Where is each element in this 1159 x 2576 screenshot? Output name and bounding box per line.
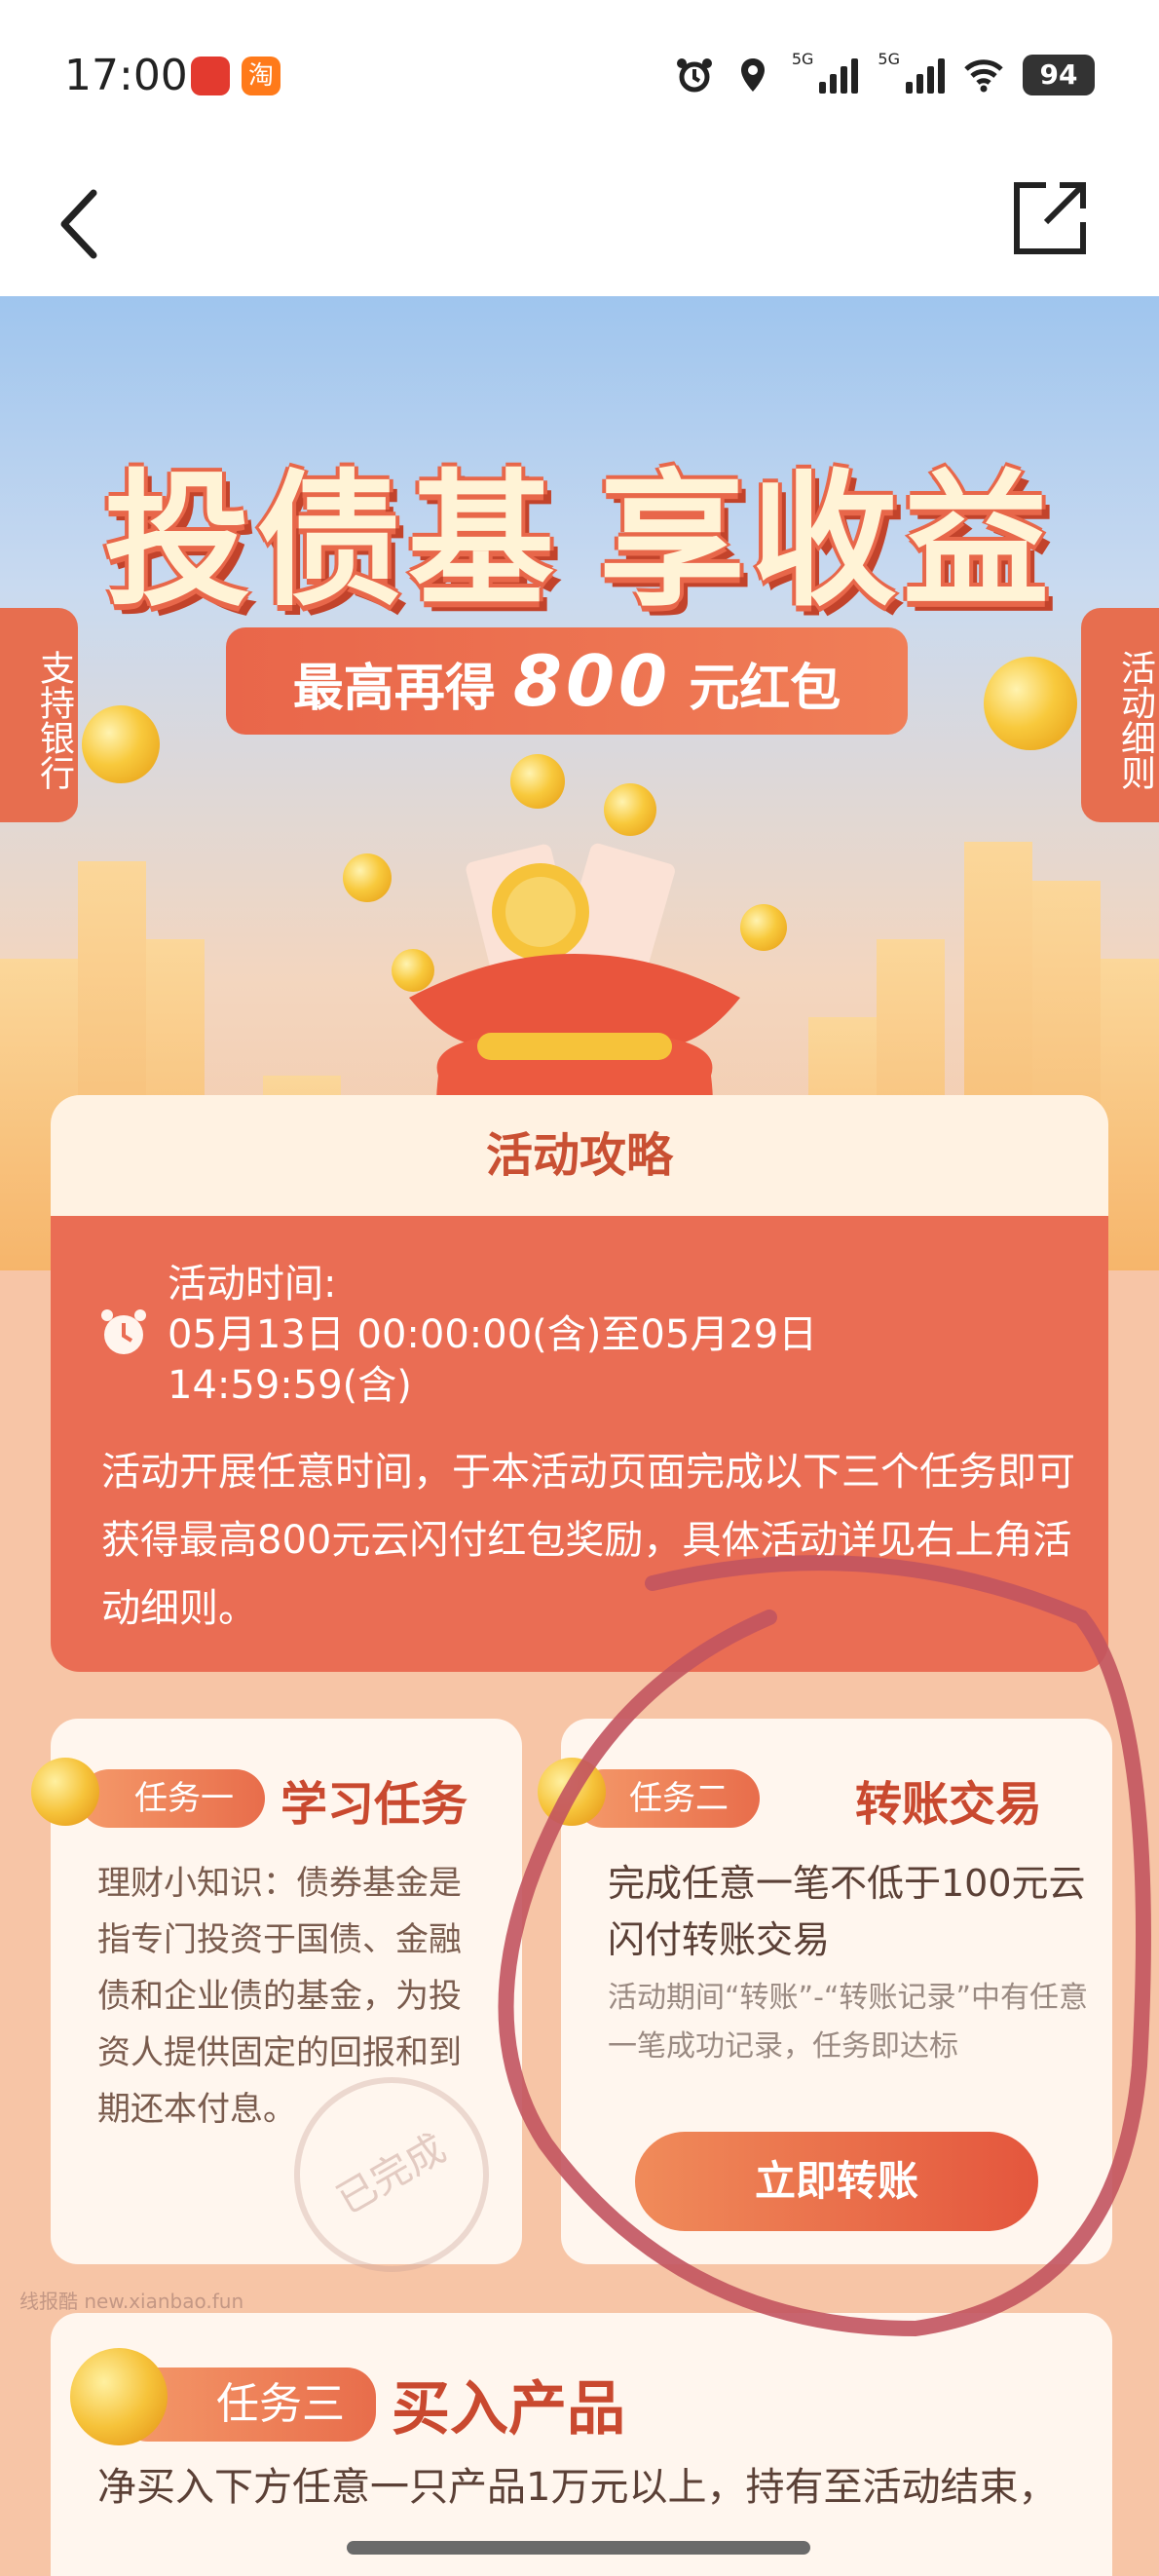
hero-title-left: 投债基 [103, 457, 560, 626]
share-icon[interactable] [1007, 175, 1093, 261]
signal-icon-1: 5G [792, 50, 859, 94]
hero-title-right: 享收益 [599, 457, 1056, 626]
gold-coin-decoration [510, 754, 565, 809]
task1-title: 学习任务 [280, 1777, 468, 1832]
alarm-icon [676, 58, 712, 93]
gold-coin-decoration [984, 657, 1077, 750]
task-card-purchase: 任务三 买入产品 净买入下方任意一只产品1万元以上，持有至活动结束， [51, 2313, 1112, 2576]
gold-coin-icon [538, 1758, 606, 1826]
back-arrow-icon[interactable] [51, 185, 109, 263]
transfer-now-button[interactable]: 立即转账 [635, 2132, 1038, 2231]
task3-title: 买入产品 [392, 2375, 625, 2443]
hero-subtitle: 最高再得 800 元红包 [226, 627, 908, 735]
taobao-app-icon: 淘 [242, 57, 280, 95]
status-time: 17:00 [64, 51, 188, 100]
network-label-1: 5G [791, 50, 814, 68]
location-icon [740, 58, 765, 92]
status-bar: 17:00 淘 5G 5G 94 [0, 0, 1159, 156]
gold-coin-decoration [82, 705, 160, 783]
background-building [1101, 959, 1159, 1270]
supported-banks-tab[interactable]: 支持银行 [0, 608, 78, 822]
strategy-header: 活动攻略 [51, 1095, 1108, 1216]
task2-note: 活动期间“转账”-“转账记录”中有任意一笔成功记录，任务即达标 [608, 1981, 1088, 2064]
jd-app-icon [191, 57, 230, 95]
subtitle-prefix: 最高再得 [292, 660, 496, 718]
task2-requirement: 完成任意一笔不低于100元云闪付转账交易 [608, 1862, 1086, 1961]
task3-requirement: 净买入下方任意一只产品1万元以上，持有至活动结束， [97, 2465, 1058, 2510]
task1-badge: 任务一 [80, 1769, 265, 1828]
task-card-learning: 任务一 学习任务 理财小知识：债券基金是指专门投资于国债、金融债和企业债的基金，… [31, 1719, 525, 2308]
watermark: 线报酷 new.xianbao.fun [19, 2290, 244, 2313]
hero-title: 投债基 享收益 [68, 423, 1091, 626]
status-icons: 5G 5G 94 [675, 50, 1095, 99]
gold-coin-icon [31, 1758, 99, 1826]
activity-time-range: 05月13日 00:00:00(含)至05月29日 14:59:59(含) [168, 1312, 818, 1408]
battery-indicator: 94 [1023, 55, 1095, 95]
subtitle-suffix: 元红包 [689, 660, 841, 718]
strategy-card: 活动时间: 05月13日 00:00:00(含)至05月29日 14:59:59… [51, 1216, 1108, 1672]
task-card-transfer: 任务二 转账交易 完成任意一笔不低于100元云闪付转账交易 活动期间“转账”-“… [538, 1719, 1112, 2264]
activity-rules-tab[interactable]: 活动细则 [1081, 608, 1159, 822]
strategy-description: 活动开展任意时间，于本活动页面完成以下三个任务即可获得最高800元云闪付红包奖励… [101, 1450, 1075, 1631]
home-indicator[interactable] [347, 2541, 810, 2555]
subtitle-amount: 800 [512, 640, 672, 722]
nav-bar [0, 156, 1159, 296]
activity-time-label: 活动时间: [168, 1262, 337, 1307]
gold-coin-decoration [604, 783, 656, 836]
page: 17:00 淘 5G 5G 94 投债基 享收益 最高再得 800 元红包 支持… [0, 0, 1159, 2576]
signal-icon-2: 5G [878, 50, 945, 94]
network-label-2: 5G [878, 50, 900, 68]
clock-icon [101, 1309, 146, 1354]
wifi-icon [964, 59, 1003, 93]
gold-coin-icon [70, 2348, 168, 2445]
task2-title: 转账交易 [855, 1777, 1043, 1832]
